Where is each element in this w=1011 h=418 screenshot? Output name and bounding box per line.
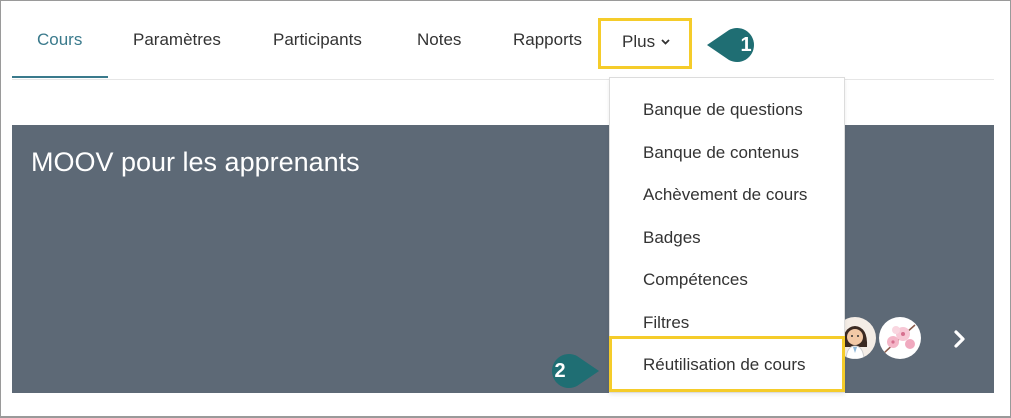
- active-tab-indicator: [12, 76, 108, 78]
- callout-2-number: 2: [554, 360, 566, 382]
- menu-item-banque-questions[interactable]: Banque de questions: [643, 100, 803, 120]
- menu-item-filtres[interactable]: Filtres: [643, 313, 689, 333]
- menu-item-banque-contenus[interactable]: Banque de contenus: [643, 143, 799, 163]
- tab-rapports[interactable]: Rapports: [513, 30, 582, 50]
- reutilisation-highlight-box: [609, 336, 845, 392]
- menu-item-achevement-cours[interactable]: Achèvement de cours: [643, 185, 807, 205]
- course-title: MOOV pour les apprenants: [31, 147, 360, 177]
- callout-1: 1: [705, 26, 773, 64]
- tab-parametres[interactable]: Paramètres: [133, 30, 221, 50]
- tab-cours[interactable]: Cours: [37, 30, 82, 50]
- chevron-right-icon[interactable]: [950, 327, 970, 351]
- callout-1-number: 1: [740, 34, 752, 56]
- avatar-blossom-icon[interactable]: [879, 317, 921, 359]
- course-banner: MOOV pour les apprenants: [12, 125, 994, 393]
- menu-item-competences[interactable]: Compétences: [643, 270, 748, 290]
- callout-2: 2: [533, 352, 601, 390]
- menu-item-badges[interactable]: Badges: [643, 228, 701, 248]
- tab-notes[interactable]: Notes: [417, 30, 461, 50]
- tab-participants[interactable]: Participants: [273, 30, 362, 50]
- plus-highlight-box: [598, 18, 692, 69]
- course-nav-tabs: Cours Paramètres Participants Notes Rapp…: [12, 0, 994, 80]
